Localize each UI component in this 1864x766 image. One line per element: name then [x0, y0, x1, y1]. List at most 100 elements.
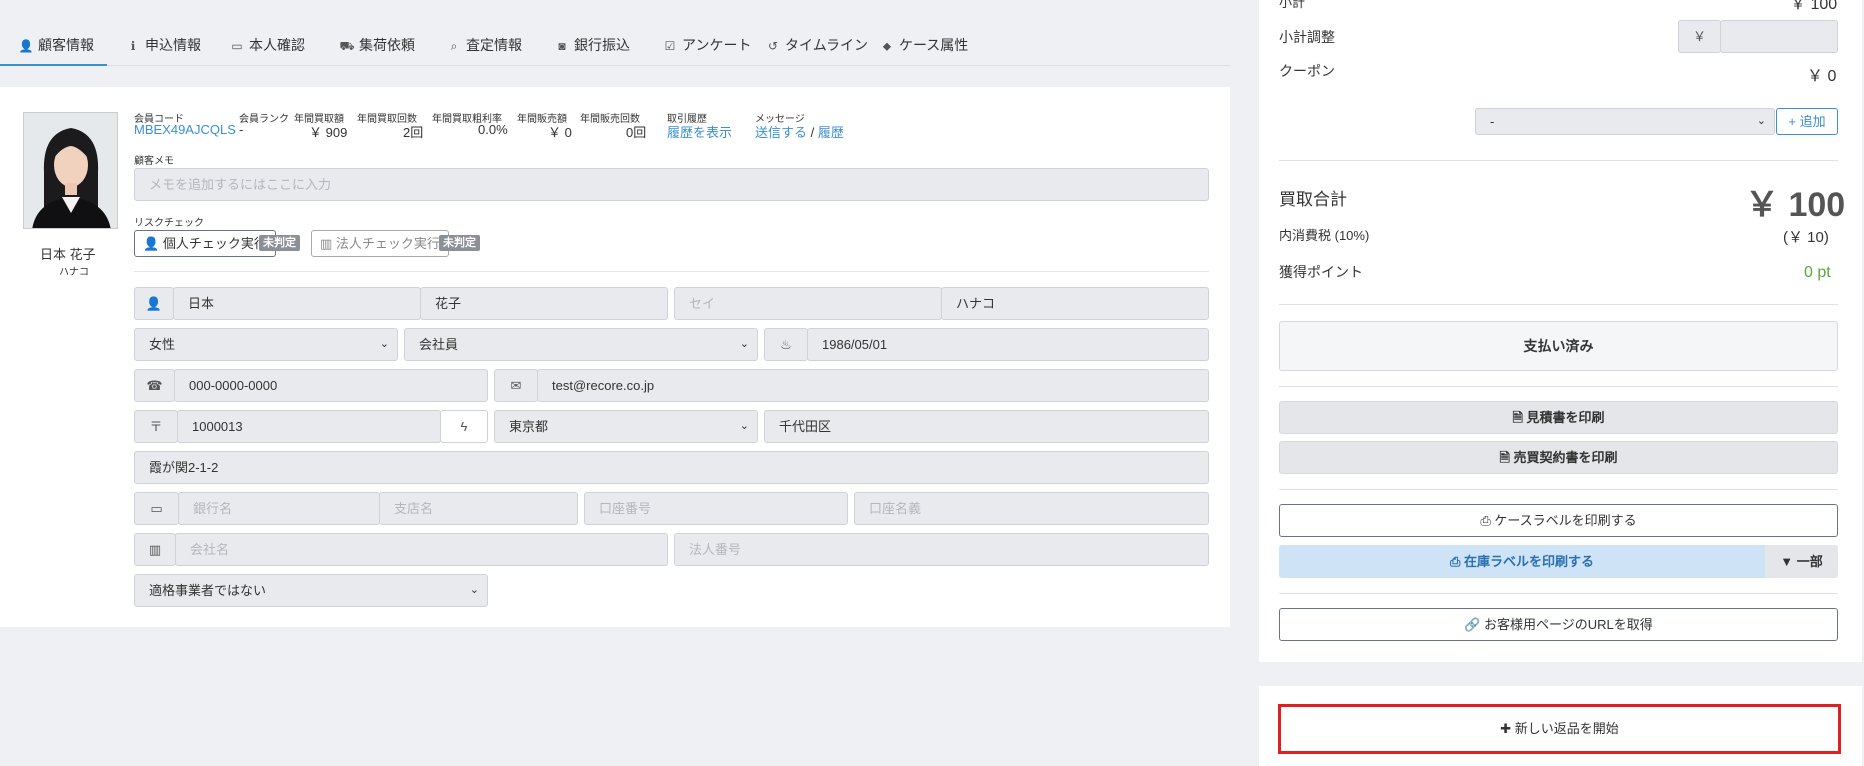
member-code-link[interactable]: MBEX49AJCQLS	[134, 122, 236, 137]
tab-customer-info[interactable]: 👤 顧客情報	[0, 28, 107, 66]
info-icon: ℹ	[130, 39, 136, 53]
postal-code-field[interactable]: 1000013	[177, 410, 441, 443]
risk-check-label: リスクチェック	[134, 218, 204, 229]
partial-filter-button[interactable]: ▼ 一部	[1765, 545, 1838, 578]
plus-icon: ✚	[1500, 721, 1515, 736]
occupation-select[interactable]: 会社員 ⌄	[404, 328, 758, 361]
tab-label: タイムライン	[785, 37, 869, 53]
account-name-field[interactable]: 口座名義	[854, 492, 1209, 525]
corp-check-label: 法人チェック実行	[335, 236, 440, 251]
company-name-field[interactable]: 会社名	[175, 533, 668, 566]
history-link[interactable]: 履歴を表示	[667, 122, 732, 141]
rank-value: -	[239, 122, 244, 137]
prefecture-value: 東京都	[509, 419, 549, 434]
tab-label: 顧客情報	[38, 37, 94, 53]
subtotal-adjust-input[interactable]	[1720, 20, 1838, 53]
last-name-field[interactable]: 日本	[173, 287, 421, 320]
divider	[1279, 160, 1838, 161]
occupation-value: 会社員	[419, 337, 459, 352]
tab-appraisal-info[interactable]: ⌕ 査定情報	[446, 28, 522, 66]
person-photo-icon	[24, 113, 117, 228]
print-estimate-button[interactable]: 🗎 見積書を印刷	[1279, 401, 1838, 434]
print-estimate-label: 見積書を印刷	[1526, 410, 1605, 425]
user-icon: 👤	[18, 39, 34, 53]
divider	[1279, 304, 1838, 305]
customer-memo-textarea[interactable]: メモを追加するにはここに入力	[134, 168, 1209, 201]
city-field[interactable]: 千代田区	[764, 410, 1209, 443]
add-coupon-button[interactable]: + 追加	[1776, 108, 1838, 135]
chevron-down-icon: ⌄	[379, 338, 389, 350]
message-history-link[interactable]: 履歴	[818, 125, 844, 140]
coupon-label: クーポン	[1279, 63, 1335, 79]
bank-name-field[interactable]: 銀行名	[178, 492, 380, 525]
chevron-down-icon: ⌄	[739, 338, 749, 350]
customer-kana: ハナコ	[59, 267, 89, 278]
invoice-status-value: 適格事業者ではない	[149, 583, 267, 598]
user-icon: 👤	[143, 236, 163, 251]
tab-pickup-request[interactable]: ⛟ 集荷依頼	[339, 28, 415, 66]
account-number-field[interactable]: 口座番号	[584, 492, 848, 525]
address-field[interactable]: 霞が関2-1-2	[134, 451, 1209, 484]
history-icon: ↺	[767, 39, 779, 53]
coupon-select[interactable]: - ⌄	[1475, 108, 1775, 135]
partial-label: 一部	[1796, 554, 1823, 569]
corp-check-status-badge: 未判定	[439, 235, 480, 251]
get-url-label: お客様用ページのURLを取得	[1484, 617, 1653, 632]
tab-application-info[interactable]: ℹ 申込情報	[125, 28, 201, 66]
subtotal-value: ￥ 100	[1790, 0, 1838, 13]
birthday-field[interactable]: 1986/05/01	[807, 328, 1209, 361]
gender-value: 女性	[149, 337, 176, 352]
annual-sales-amount-value: ￥ 0	[548, 125, 572, 140]
last-kana-field[interactable]: セイ	[674, 287, 942, 320]
pdf-icon: 🗎	[1512, 410, 1527, 425]
corp-number-field[interactable]: 法人番号	[674, 533, 1209, 566]
tab-timeline[interactable]: ↺ タイムライン	[765, 28, 868, 66]
tax-label: 内消費税 (10%)	[1279, 228, 1370, 243]
tab-label: 査定情報	[466, 37, 522, 53]
tab-bank-transfer[interactable]: ◙ 銀行振込	[554, 28, 630, 66]
first-name-field[interactable]: 花子	[420, 287, 668, 320]
id-card-icon: ▭	[231, 39, 243, 53]
message-send-link[interactable]: 送信する	[755, 125, 807, 140]
tags-icon: ⬥	[882, 39, 892, 53]
get-customer-url-button[interactable]: 🔗 お客様用ページのURLを取得	[1279, 608, 1838, 641]
tab-identity-check[interactable]: ▭ 本人確認	[229, 28, 305, 66]
personal-check-button[interactable]: 👤 個人チェック実行	[134, 230, 276, 257]
message-links: 送信する / 履歴	[755, 122, 844, 141]
tab-label: 申込情報	[145, 37, 201, 53]
bolt-icon: ϟ	[460, 419, 468, 434]
invoice-status-select[interactable]: 適格事業者ではない ⌄	[134, 574, 488, 607]
divider	[134, 271, 1209, 272]
start-new-return-button[interactable]: ✚ 新しい返品を開始	[1278, 704, 1841, 754]
plus-icon: +	[1788, 114, 1800, 129]
print-stock-label-button[interactable]: ⎙ 在庫ラベルを印刷する	[1279, 545, 1765, 578]
chevron-down-icon: ⌄	[1756, 115, 1766, 127]
corp-check-button[interactable]: ▥ 法人チェック実行	[311, 230, 449, 257]
chevron-down-icon: ⌄	[469, 584, 479, 596]
customer-name: 日本 花子	[40, 247, 96, 262]
tab-survey[interactable]: ☑ アンケート	[662, 28, 752, 66]
first-kana-field[interactable]: ハナコ	[941, 287, 1209, 320]
pdf-icon: 🗎	[1499, 450, 1514, 465]
branch-name-field[interactable]: 支店名	[379, 492, 578, 525]
prefecture-select[interactable]: 東京都 ⌄	[494, 410, 758, 443]
tab-case-attributes[interactable]: ⬥ ケース属性	[879, 28, 969, 66]
divider	[1279, 593, 1838, 594]
credit-card-icon: ▭	[134, 492, 179, 525]
paid-button[interactable]: 支払い済み	[1279, 321, 1838, 371]
tab-label: 集荷依頼	[359, 37, 415, 53]
print-case-label-button[interactable]: ⎙ ケースラベルを印刷する	[1279, 504, 1838, 537]
tab-label: アンケート	[682, 37, 752, 53]
postal-mark-icon: 〒	[134, 410, 178, 443]
total-label: 買取合計	[1279, 190, 1347, 209]
rank-label: 会員ランク	[239, 114, 289, 125]
points-value: 0 pt	[1804, 264, 1831, 281]
gender-select[interactable]: 女性 ⌄	[134, 328, 398, 361]
address-lookup-button[interactable]: ϟ	[440, 410, 488, 443]
add-button-label: 追加	[1799, 114, 1826, 129]
email-field[interactable]: test@recore.co.jp	[537, 369, 1209, 402]
coupon-select-value: -	[1490, 114, 1495, 129]
tab-label: ケース属性	[899, 37, 969, 53]
phone-field[interactable]: 000-0000-0000	[174, 369, 488, 402]
print-contract-button[interactable]: 🗎 売買契約書を印刷	[1279, 441, 1838, 474]
